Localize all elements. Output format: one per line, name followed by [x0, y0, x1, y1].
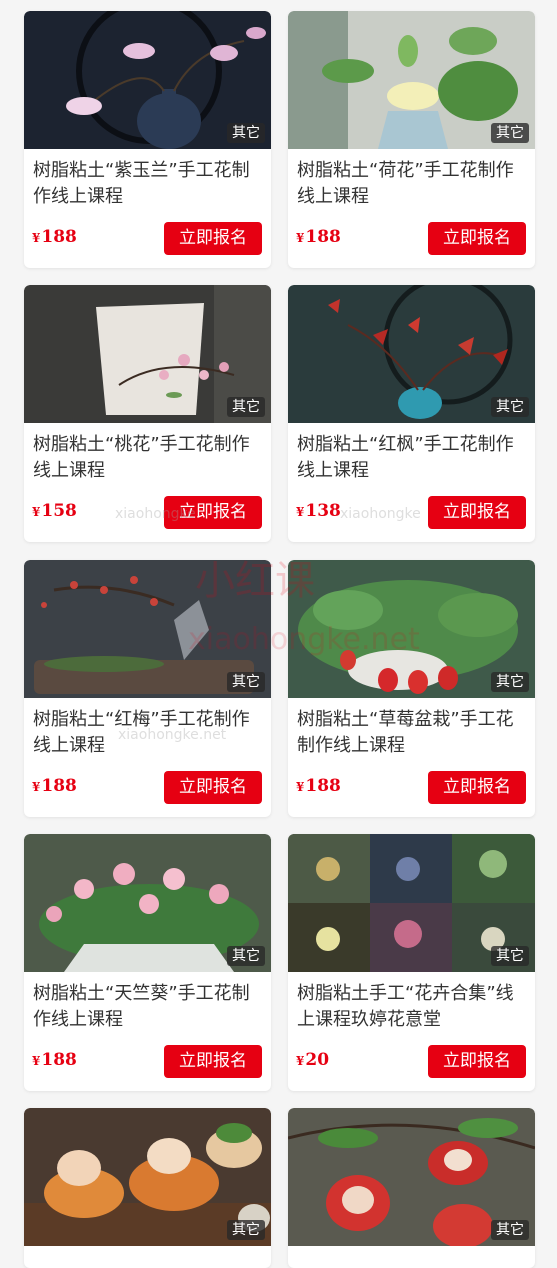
product-card[interactable]: 其它 树脂粘土“荷花”手工花制作线上课程 ¥188 立即报名 [288, 11, 535, 268]
category-badge: 其它 [227, 946, 265, 966]
product-price: ¥20 [296, 1050, 330, 1070]
product-title[interactable]: 树脂粘土“红梅”手工花制作线上课程 [33, 707, 265, 759]
enroll-button[interactable]: 立即报名 [428, 496, 526, 529]
product-title[interactable]: 树脂粘土“红枫”手工花制作线上课程 [297, 432, 529, 484]
product-price: ¥188 [32, 1050, 77, 1070]
product-title[interactable]: 树脂粘土“紫玉兰”手工花制作线上课程 [33, 158, 265, 210]
product-title[interactable]: 树脂粘土“天竺葵”手工花制作线上课程 [33, 981, 265, 1033]
product-image[interactable]: 其它 [24, 1108, 271, 1246]
product-image[interactable]: 其它 [288, 560, 535, 698]
category-badge: 其它 [491, 123, 529, 143]
product-card[interactable]: 其它 [288, 1108, 535, 1268]
enroll-button[interactable]: 立即报名 [164, 496, 262, 529]
product-card[interactable]: 其它 树脂粘土“紫玉兰”手工花制作线上课程 ¥188 立即报名 [24, 11, 271, 268]
product-image[interactable]: 其它 [24, 560, 271, 698]
product-card[interactable]: 其它 树脂粘土“红枫”手工花制作线上课程 ¥138 立即报名 [288, 285, 535, 542]
category-badge: 其它 [491, 1220, 529, 1240]
product-image[interactable]: 其它 [288, 11, 535, 149]
category-badge: 其它 [227, 672, 265, 692]
category-badge: 其它 [491, 397, 529, 417]
product-image[interactable]: 其它 [24, 285, 271, 423]
enroll-button[interactable]: 立即报名 [164, 1045, 262, 1078]
category-badge: 其它 [227, 397, 265, 417]
enroll-button[interactable]: 立即报名 [428, 1045, 526, 1078]
category-badge: 其它 [227, 123, 265, 143]
category-badge: 其它 [227, 1220, 265, 1240]
product-card[interactable]: 其它 树脂粘土“天竺葵”手工花制作线上课程 ¥188 立即报名 [24, 834, 271, 1091]
product-price: ¥158 [32, 501, 77, 521]
product-card[interactable]: 其它 树脂粘土“桃花”手工花制作线上课程 ¥158 立即报名 [24, 285, 271, 542]
product-price: ¥138 [296, 501, 341, 521]
product-price: ¥188 [296, 776, 341, 796]
category-badge: 其它 [491, 672, 529, 692]
product-title[interactable]: 树脂粘土“荷花”手工花制作线上课程 [297, 158, 529, 210]
product-price: ¥188 [32, 776, 77, 796]
product-price: ¥188 [32, 227, 77, 247]
product-image[interactable]: 其它 [288, 285, 535, 423]
product-title[interactable]: 树脂粘土“桃花”手工花制作线上课程 [33, 432, 265, 484]
product-card[interactable]: 其它 树脂粘土“草莓盆栽”手工花制作线上课程 ¥188 立即报名 [288, 560, 535, 817]
product-card[interactable]: 其它 树脂粘土“红梅”手工花制作线上课程 ¥188 立即报名 [24, 560, 271, 817]
enroll-button[interactable]: 立即报名 [164, 222, 262, 255]
product-title[interactable]: 树脂粘土“草莓盆栽”手工花制作线上课程 [297, 707, 529, 759]
product-grid: 其它 树脂粘土“紫玉兰”手工花制作线上课程 ¥188 立即报名 其它 树脂粘土“… [0, 0, 557, 1268]
enroll-button[interactable]: 立即报名 [428, 771, 526, 804]
product-card[interactable]: 其它 [24, 1108, 271, 1268]
category-badge: 其它 [491, 946, 529, 966]
product-image[interactable]: 其它 [24, 11, 271, 149]
enroll-button[interactable]: 立即报名 [164, 771, 262, 804]
product-image[interactable]: 其它 [288, 834, 535, 972]
product-card[interactable]: 其它 树脂粘土手工“花卉合集”线上课程玖婷花意堂 ¥20 立即报名 [288, 834, 535, 1091]
product-title[interactable]: 树脂粘土手工“花卉合集”线上课程玖婷花意堂 [297, 981, 529, 1033]
enroll-button[interactable]: 立即报名 [428, 222, 526, 255]
product-image[interactable]: 其它 [24, 834, 271, 972]
product-image[interactable]: 其它 [288, 1108, 535, 1246]
product-price: ¥188 [296, 227, 341, 247]
